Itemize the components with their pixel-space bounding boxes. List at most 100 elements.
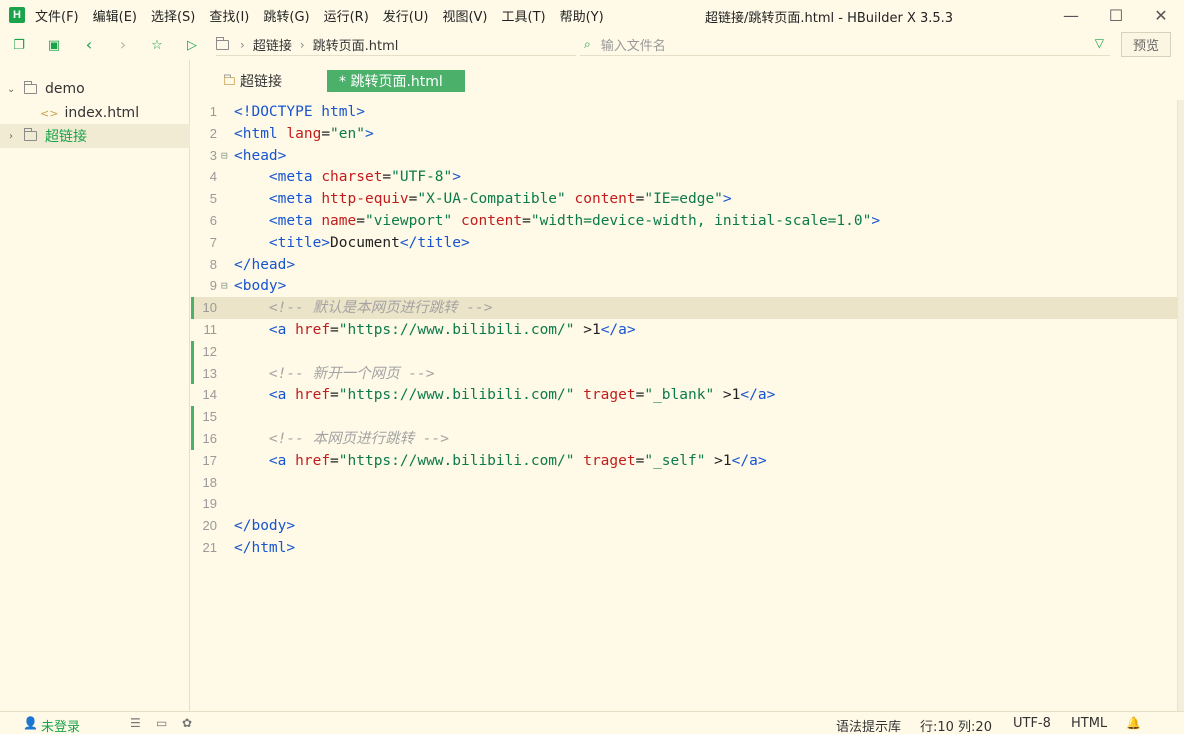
code-line[interactable]: 15 xyxy=(191,406,1177,428)
cursor-position[interactable]: 行:10 列:20 xyxy=(920,716,992,734)
code-line[interactable]: 16 <!-- 本网页进行跳转 --> xyxy=(191,428,1177,450)
change-marker xyxy=(191,297,194,319)
terminal-icon[interactable]: ▭ xyxy=(156,716,167,730)
code-line[interactable]: 3 ⊟ <head> xyxy=(191,145,1177,167)
code-token: <meta xyxy=(268,213,322,229)
menu-publish[interactable]: 发行(U) xyxy=(383,6,429,25)
project-tree: ⌄ demo <> index.html › 超链接 xyxy=(0,60,190,711)
plugin-icon[interactable]: ✿ xyxy=(182,716,192,730)
menu-find[interactable]: 查找(I) xyxy=(209,6,249,25)
code-text: </head> xyxy=(234,254,295,276)
code-token: "_blank" xyxy=(644,387,715,404)
line-number: 19 xyxy=(202,496,217,512)
code-text: </html> xyxy=(234,537,295,559)
code-text: <!-- 本网页进行跳转 --> xyxy=(234,428,449,450)
file-search[interactable]: ⌕ 输入文件名 ▽ xyxy=(580,34,1110,56)
save-icon[interactable]: ▣ xyxy=(46,37,62,53)
code-text: <meta name="viewport" content="width=dev… xyxy=(234,210,880,232)
code-token: = xyxy=(321,125,331,142)
menu-file[interactable]: 文件(F) xyxy=(35,6,79,25)
code-token: </a> xyxy=(600,322,636,338)
tree-item-hyperlink[interactable]: › 超链接 xyxy=(0,124,190,148)
star-icon[interactable]: ☆ xyxy=(149,37,165,53)
menu-bar: H 文件(F) 编辑(E) 选择(S) 查找(I) 跳转(G) 运行(R) 发行… xyxy=(0,0,1184,30)
code-text: <a href="https://www.bilibili.com/" trag… xyxy=(234,384,775,406)
run-icon[interactable]: ▷ xyxy=(184,37,200,53)
code-line[interactable]: 5 <meta http-equiv="X-UA-Compatible" con… xyxy=(191,188,1177,210)
line-number: 10 xyxy=(202,300,217,316)
editor-scrollbar[interactable] xyxy=(1177,100,1184,711)
line-number: 3 xyxy=(209,147,217,163)
chevron-down-icon[interactable]: ⌄ xyxy=(7,84,15,95)
login-status[interactable]: 未登录 xyxy=(41,716,80,734)
line-number: 18 xyxy=(202,474,217,490)
syntax-library[interactable]: 语法提示库 xyxy=(836,716,901,734)
code-line[interactable]: 20 </body> xyxy=(191,515,1177,537)
menu-goto[interactable]: 跳转(G) xyxy=(263,6,309,25)
code-line[interactable]: 13 <!-- 新开一个网页 --> xyxy=(191,363,1177,385)
preview-button[interactable]: 预览 xyxy=(1121,32,1171,57)
code-editor[interactable]: 1 <!DOCTYPE html> 2 <html lang="en"> 3 ⊟ <head… xyxy=(191,100,1177,711)
code-line[interactable]: 12 xyxy=(191,341,1177,363)
line-number: 21 xyxy=(202,540,217,555)
code-text: <meta http-equiv="X-UA-Compatible" conte… xyxy=(234,188,732,210)
search-input[interactable]: 输入文件名 xyxy=(601,35,666,54)
fold-toggle-icon[interactable]: ⊟ xyxy=(221,145,228,167)
code-line[interactable]: 8 </head> xyxy=(191,254,1177,276)
code-line[interactable]: 4 <meta charset="UTF-8"> xyxy=(191,166,1177,188)
menu-select[interactable]: 选择(S) xyxy=(151,6,195,25)
code-token: </body> xyxy=(234,518,296,535)
menu-run[interactable]: 运行(R) xyxy=(324,6,369,25)
code-line[interactable]: 9 ⊟ <body> xyxy=(191,275,1177,297)
code-token: >1 xyxy=(705,452,732,469)
file-language[interactable]: HTML xyxy=(1071,716,1107,731)
tab-current-file[interactable]: * 跳转页面.html xyxy=(327,70,465,92)
code-line[interactable]: 17 <a href="https://www.bilibili.com/" t… xyxy=(191,450,1177,472)
code-line[interactable]: 2 <html lang="en"> xyxy=(191,123,1177,145)
menu-help[interactable]: 帮助(Y) xyxy=(560,6,604,25)
menu-view[interactable]: 视图(V) xyxy=(442,6,487,25)
code-line[interactable]: 6 <meta name="viewport" content="width=d… xyxy=(191,210,1177,232)
minimize-icon[interactable]: — xyxy=(1060,4,1082,26)
breadcrumb-folder[interactable]: 超链接 xyxy=(253,35,292,54)
code-text: <!DOCTYPE html> xyxy=(234,101,365,123)
status-bar: 👤 未登录 ☰ ▭ ✿ 语法提示库 行:10 列:20 UTF-8 HTML 🔔 xyxy=(0,711,1184,734)
menu-edit[interactable]: 编辑(E) xyxy=(93,6,137,25)
tab-folder[interactable]: 超链接 xyxy=(223,70,282,92)
code-line[interactable]: 19 xyxy=(191,493,1177,515)
code-line[interactable]: 1 <!DOCTYPE html> xyxy=(191,101,1177,123)
line-number: 9 xyxy=(209,278,217,294)
code-token: = xyxy=(382,169,392,186)
list-icon[interactable]: ☰ xyxy=(130,716,141,730)
maximize-icon[interactable]: ☐ xyxy=(1105,4,1127,26)
breadcrumb-file[interactable]: 跳转页面.html xyxy=(313,35,399,54)
code-line[interactable]: 7 <title>Document</title> xyxy=(191,232,1177,254)
file-encoding[interactable]: UTF-8 xyxy=(1013,716,1051,731)
notification-icon[interactable]: 🔔 xyxy=(1126,716,1141,730)
new-file-icon[interactable]: ❐ xyxy=(11,37,27,53)
search-file-icon: ⌕ xyxy=(584,37,591,51)
menu-tools[interactable]: 工具(T) xyxy=(502,6,546,25)
tree-item-index[interactable]: <> index.html xyxy=(0,101,190,125)
fold-toggle-icon[interactable]: ⊟ xyxy=(221,275,228,297)
code-line[interactable]: 14 <a href="https://www.bilibili.com/" t… xyxy=(191,384,1177,406)
code-line[interactable]: 11 <a href="https://www.bilibili.com/" >… xyxy=(191,319,1177,341)
close-icon[interactable]: ✕ xyxy=(1150,4,1172,26)
filter-icon[interactable]: ▽ xyxy=(1095,36,1104,50)
code-token: >1 xyxy=(714,387,741,404)
back-icon[interactable]: ‹ xyxy=(81,37,97,53)
code-line[interactable]: 10 <!-- 默认是本网页进行跳转 --> xyxy=(191,297,1177,320)
code-token: "https://www.bilibili.com/" xyxy=(338,322,575,338)
tree-item-demo[interactable]: ⌄ demo xyxy=(0,77,190,101)
code-token: </html> xyxy=(234,540,296,556)
forward-icon[interactable]: › xyxy=(115,37,131,53)
chevron-right-icon[interactable]: › xyxy=(9,131,13,142)
code-file-icon: <> xyxy=(40,106,59,120)
change-marker xyxy=(191,340,194,363)
code-line[interactable]: 21 </html> xyxy=(191,537,1177,559)
code-line[interactable]: 18 xyxy=(191,472,1177,494)
code-token: <a xyxy=(268,452,296,469)
